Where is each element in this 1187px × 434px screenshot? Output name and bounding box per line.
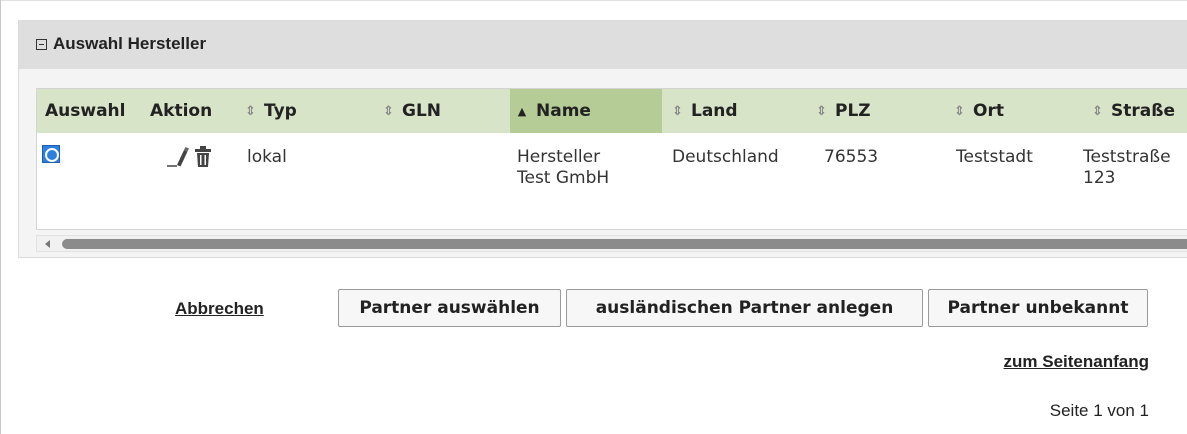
- column-label: Aktion: [150, 101, 213, 121]
- cell-name-line: Test GmbH: [517, 168, 610, 188]
- column-header-plz[interactable]: ⇕ PLZ: [816, 89, 944, 133]
- cell-ort: Teststadt: [956, 147, 1033, 167]
- cell-plz: 76553: [824, 147, 879, 167]
- select-radio-button[interactable]: [42, 145, 60, 163]
- sort-both-icon: ⇕: [672, 103, 683, 119]
- cell-strasse: Teststraße 123: [1083, 147, 1171, 189]
- create-foreign-partner-button[interactable]: ausländischen Partner anlegen: [566, 289, 923, 327]
- page-info: Seite 1 von 1: [1049, 401, 1149, 420]
- panel-header: Auswahl Hersteller: [19, 21, 1187, 69]
- select-partner-button[interactable]: Partner auswählen: [338, 289, 561, 327]
- column-header-gln[interactable]: ⇕ GLN: [383, 89, 511, 133]
- panel-title: Auswahl Hersteller: [53, 34, 207, 53]
- sort-both-icon: ⇕: [245, 103, 256, 119]
- table-header: Auswahl Aktion ⇕ Typ ⇕ GLN ▲ Name ⇕ Land: [37, 89, 1187, 133]
- edit-pencil-icon[interactable]: [167, 146, 191, 168]
- cell-name-line: Hersteller: [517, 147, 601, 167]
- panel-title-wrapper: Auswahl Hersteller: [36, 34, 206, 54]
- column-label: Auswahl: [45, 101, 126, 121]
- column-header-name[interactable]: ▲ Name: [510, 89, 662, 133]
- cell-typ: lokal: [247, 147, 287, 167]
- window-top-border: [0, 0, 1187, 1]
- sort-ascending-icon: ▲: [517, 104, 527, 118]
- sort-both-icon: ⇕: [1092, 103, 1103, 119]
- manufacturer-selection-panel: Auswahl Hersteller Auswahl Aktion ⇕ Typ …: [18, 20, 1187, 258]
- back-to-top-link[interactable]: zum Seitenanfang: [1004, 352, 1149, 372]
- cell-name: Hersteller Test GmbH: [517, 147, 609, 189]
- sort-both-icon: ⇕: [954, 103, 965, 119]
- scrollbar-thumb[interactable]: [62, 239, 1187, 249]
- cell-strasse-line: Teststraße: [1083, 147, 1171, 167]
- column-header-typ[interactable]: ⇕ Typ: [245, 89, 373, 133]
- sort-both-icon: ⇕: [383, 103, 394, 119]
- cancel-link[interactable]: Abbrechen: [175, 299, 264, 319]
- column-header-strasse[interactable]: ⇕ Straße: [1092, 89, 1187, 133]
- column-label: Name: [536, 101, 591, 121]
- scroll-left-arrow-icon[interactable]: [45, 240, 50, 248]
- trash-icon[interactable]: [194, 146, 212, 168]
- sort-both-icon: ⇕: [816, 103, 827, 119]
- column-label: Straße: [1111, 101, 1175, 121]
- column-header-aktion: Aktion: [150, 89, 238, 133]
- cell-land: Deutschland: [672, 147, 779, 167]
- partner-table: Auswahl Aktion ⇕ Typ ⇕ GLN ▲ Name ⇕ Land: [36, 88, 1187, 230]
- column-header-auswahl: Auswahl: [45, 89, 143, 133]
- cell-strasse-line: 123: [1083, 168, 1116, 188]
- column-label: PLZ: [835, 101, 871, 121]
- window-left-border: [0, 0, 1, 434]
- column-label: Typ: [264, 101, 297, 121]
- partner-unknown-button[interactable]: Partner unbekannt: [928, 289, 1148, 327]
- column-label: GLN: [402, 101, 442, 121]
- collapse-icon[interactable]: [36, 38, 47, 50]
- column-header-ort[interactable]: ⇕ Ort: [954, 89, 1082, 133]
- column-label: Land: [691, 101, 738, 121]
- column-header-land[interactable]: ⇕ Land: [672, 89, 810, 133]
- horizontal-scrollbar[interactable]: [36, 235, 1187, 252]
- column-label: Ort: [973, 101, 1004, 121]
- table-row[interactable]: lokal Hersteller Test GmbH Deutschland 7…: [37, 133, 1187, 209]
